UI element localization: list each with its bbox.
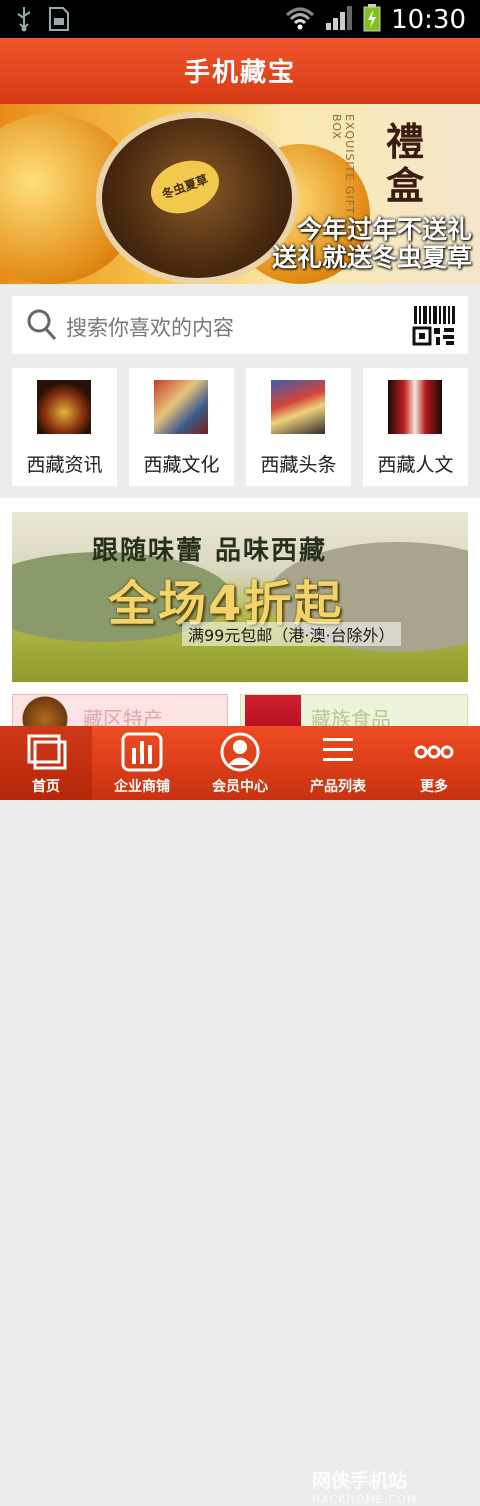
tab-home[interactable]: 首页 <box>0 726 92 800</box>
category-tibet-humanities[interactable]: 西藏人文 <box>363 368 468 486</box>
tibet-headlines-thumb <box>271 380 325 434</box>
category-tibet-culture[interactable]: 西藏文化 <box>129 368 234 486</box>
tibet-culture-thumb <box>154 380 208 434</box>
tab-more[interactable]: 更多 <box>388 726 480 800</box>
tab-label: 产品列表 <box>310 779 366 795</box>
watermark-sub: HACKHOME.COM <box>312 1493 418 1506</box>
usb-icon <box>14 6 34 36</box>
status-bar: 10:30 <box>0 0 480 38</box>
home-icon <box>25 732 67 772</box>
banner-line2: 送礼就送冬虫夏草 <box>271 243 472 272</box>
banner-carousel[interactable]: 冬虫夏草 EXQUISITE GIFT BOX 禮盒 今年过年不送礼 送礼就送冬… <box>0 104 480 284</box>
tab-products[interactable]: 产品列表 <box>292 726 384 800</box>
category-label: 西藏人文 <box>377 454 454 476</box>
tibet-news-thumb <box>37 380 91 434</box>
search-placeholder: 搜索你喜欢的内容 <box>66 316 234 340</box>
search-input[interactable]: 搜索你喜欢的内容 <box>12 296 468 354</box>
tab-members[interactable]: 会员中心 <box>194 726 286 800</box>
qr-scan-icon[interactable] <box>412 304 456 352</box>
more-icon <box>413 732 455 772</box>
battery-icon <box>363 4 381 36</box>
category-label: 西藏文化 <box>143 454 220 476</box>
watermark-text: 网侠手机站 <box>312 1470 408 1492</box>
list-icon <box>317 732 359 772</box>
search-icon <box>26 308 58 346</box>
tab-label: 首页 <box>32 779 60 795</box>
promo-slogan: 跟随味蕾 品味西藏 <box>92 536 328 566</box>
tab-label: 会员中心 <box>212 779 268 795</box>
gift-box-logo: EXQUISITE GIFT BOX 禮盒 <box>300 114 480 224</box>
sdcard-icon <box>48 6 70 36</box>
tab-shops[interactable]: 企业商铺 <box>96 726 188 800</box>
title-bar: 手机藏宝 <box>0 38 480 105</box>
tab-label: 企业商铺 <box>114 779 170 795</box>
tab-label: 更多 <box>420 779 448 795</box>
person-icon <box>219 732 261 772</box>
clock: 10:30 <box>391 5 466 35</box>
category-grid: 西藏资讯 西藏文化 西藏头条 西藏人文 <box>12 368 468 486</box>
chart-bars-icon <box>121 732 163 772</box>
gift-box-vertical-text: EXQUISITE GIFT BOX <box>330 114 356 215</box>
bottom-tab-bar: 首页 企业商铺 会员中心 产品列表 更多 网侠手机站 HACKHOME.COM <box>0 726 480 1506</box>
banner-line1: 今年过年不送礼 <box>296 215 472 244</box>
page-title: 手机藏宝 <box>183 58 296 88</box>
promo-banner[interactable]: 跟随味蕾 品味西藏 全场4折起 满99元包邮（港·澳·台除外） <box>12 512 468 682</box>
watermark: 网侠手机站 HACKHOME.COM <box>312 1466 417 1506</box>
category-tibet-headlines[interactable]: 西藏头条 <box>246 368 351 486</box>
banner-text: 今年过年不送礼 送礼就送冬虫夏草 <box>272 216 472 272</box>
category-label: 西藏资讯 <box>26 454 103 476</box>
promo-shipping: 满99元包邮（港·澳·台除外） <box>182 622 401 646</box>
gift-box-char: 禮盒 <box>386 119 425 208</box>
wifi-icon <box>285 5 315 35</box>
category-label: 西藏头条 <box>260 454 337 476</box>
tibet-humanities-thumb <box>388 380 442 434</box>
category-tibet-news[interactable]: 西藏资讯 <box>12 368 117 486</box>
search-area: 搜索你喜欢的内容 <box>0 284 480 360</box>
signal-icon <box>325 5 353 35</box>
